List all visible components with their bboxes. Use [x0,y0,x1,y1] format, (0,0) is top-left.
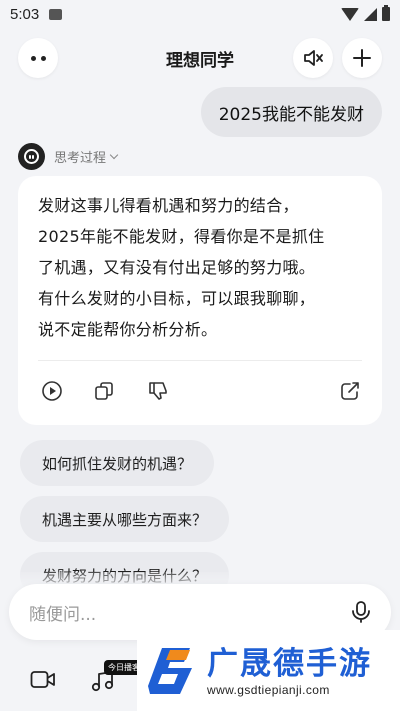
site-watermark: 广晟德手游 www.gsdtiepianji.com [137,630,400,711]
wifi-icon [341,7,359,21]
status-indicators [341,5,390,21]
mic-icon[interactable] [351,600,371,624]
ai-answer-text: 发财这事儿得看机遇和努力的结合， 2025年能不能发财，得看你是不是抓住 了机遇… [38,190,364,345]
chevron-down-icon [109,150,119,160]
assistant-face-icon [24,149,39,164]
answer-line: 2025年能不能发财，得看你是不是抓住 [38,227,325,246]
share-icon[interactable] [338,379,362,403]
watermark-url: www.gsdtiepianji.com [207,683,330,697]
suggestion-chip[interactable]: 机遇主要从哪些方面来？ [20,496,230,542]
divider [38,360,362,361]
new-chat-button[interactable] [342,38,382,78]
battery-icon [382,5,390,21]
video-icon[interactable] [30,669,56,691]
watermark-title: 广晟德手游 [207,646,372,682]
thinking-label: 思考过程 [54,151,107,166]
status-bar: 5:03 [0,0,400,28]
play-icon[interactable] [40,379,64,403]
answer-line: 了机遇，又有没有付出足够的努力哦。 [38,258,316,277]
app-header: 理想同学 [0,38,400,78]
status-time: 5:03 [10,5,40,23]
answer-line: 说不定能帮你分析分析。 [38,320,218,339]
ai-answer-card: 发财这事儿得看机遇和努力的结合， 2025年能不能发财，得看你是不是抓住 了机遇… [18,176,382,425]
answer-line: 发财这事儿得看机遇和努力的结合， [38,196,299,215]
signal-icon [364,7,377,21]
answer-line: 有什么发财的小目标，可以跟我聊聊， [38,289,316,308]
mute-icon [304,50,323,66]
image-notification-icon [49,8,63,20]
thinking-toggle[interactable]: 思考过程 [18,143,119,170]
input-placeholder: 随便问... [29,604,97,625]
page-title: 理想同学 [166,51,234,71]
user-message-bubble: 2025我能不能发财 [200,87,382,137]
plus-icon [353,49,371,67]
watermark-logo-icon [148,648,192,694]
ai-avatar [18,143,45,170]
mute-button[interactable] [293,38,333,78]
dislike-icon[interactable] [146,379,170,403]
suggestion-chip[interactable]: 如何抓住发财的机遇？ [20,440,215,486]
copy-icon[interactable] [92,379,116,403]
